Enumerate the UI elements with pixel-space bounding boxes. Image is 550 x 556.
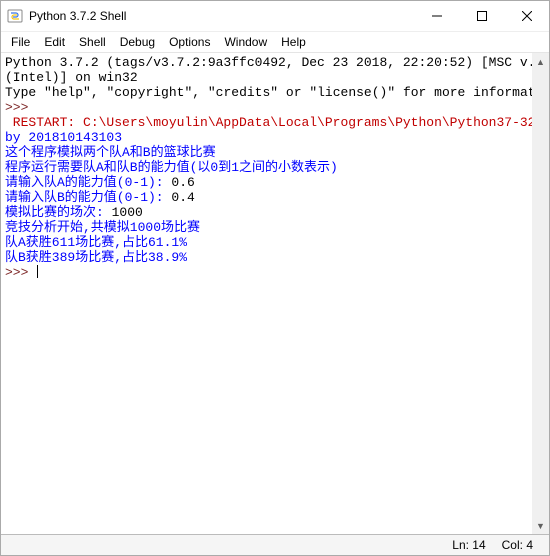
status-ln: Ln: 14 (444, 538, 493, 552)
menu-debug[interactable]: Debug (114, 33, 161, 51)
vertical-scrollbar[interactable]: ▲ ▼ (532, 53, 549, 534)
minimize-button[interactable] (414, 1, 459, 31)
restart-line: RESTART: C:\Users\moyulin\AppData\Local\… (5, 115, 549, 130)
b-win-line: 队B获胜389场比赛,占比38.9% (5, 250, 187, 265)
prompt-1: >>> (5, 100, 36, 115)
prompt-2: >>> (5, 265, 36, 280)
python-idle-icon (7, 8, 23, 24)
scroll-down-arrow[interactable]: ▼ (532, 517, 549, 534)
scroll-up-arrow[interactable]: ▲ (532, 53, 549, 70)
input-b-line: 请输入队B的能力值(0-1): 0.4 (5, 190, 195, 205)
a-win-line: 队A获胜611场比赛,占比61.1% (5, 235, 187, 250)
menu-options[interactable]: Options (163, 33, 216, 51)
close-button[interactable] (504, 1, 549, 31)
menubar: File Edit Shell Debug Options Window Hel… (1, 32, 549, 53)
header-line-2: (Intel)] on win32 (5, 70, 138, 85)
window-title: Python 3.7.2 Shell (29, 9, 126, 23)
input-n-line: 模拟比赛的场次: 1000 (5, 205, 143, 220)
text-cursor (37, 265, 38, 278)
start-line: 竞技分析开始,共模拟1000场比赛 (5, 220, 200, 235)
by-line: by 201810143103 (5, 130, 122, 145)
menu-help[interactable]: Help (275, 33, 312, 51)
input-a-line: 请输入队A的能力值(0-1): 0.6 (5, 175, 195, 190)
status-col: Col: 4 (494, 538, 541, 552)
need-line: 程序运行需要队A和队B的能力值(以0到1之间的小数表示) (5, 160, 338, 175)
window-controls (414, 1, 549, 31)
menu-shell[interactable]: Shell (73, 33, 112, 51)
shell-content[interactable]: Python 3.7.2 (tags/v3.7.2:9a3ffc0492, De… (1, 53, 549, 534)
header-line-1: Python 3.7.2 (tags/v3.7.2:9a3ffc0492, De… (5, 55, 549, 70)
maximize-button[interactable] (459, 1, 504, 31)
titlebar: Python 3.7.2 Shell (1, 1, 549, 32)
app-window: Python 3.7.2 Shell File Edit Shell Debug… (0, 0, 550, 556)
intro-line: 这个程序模拟两个队A和B的篮球比赛 (5, 145, 216, 160)
scroll-track[interactable] (532, 70, 549, 517)
menu-edit[interactable]: Edit (38, 33, 71, 51)
menu-file[interactable]: File (5, 33, 36, 51)
help-line: Type "help", "copyright", "credits" or "… (5, 85, 549, 100)
shell-text: Python 3.7.2 (tags/v3.7.2:9a3ffc0492, De… (1, 53, 549, 282)
statusbar: Ln: 14 Col: 4 (1, 534, 549, 555)
menu-window[interactable]: Window (218, 33, 273, 51)
